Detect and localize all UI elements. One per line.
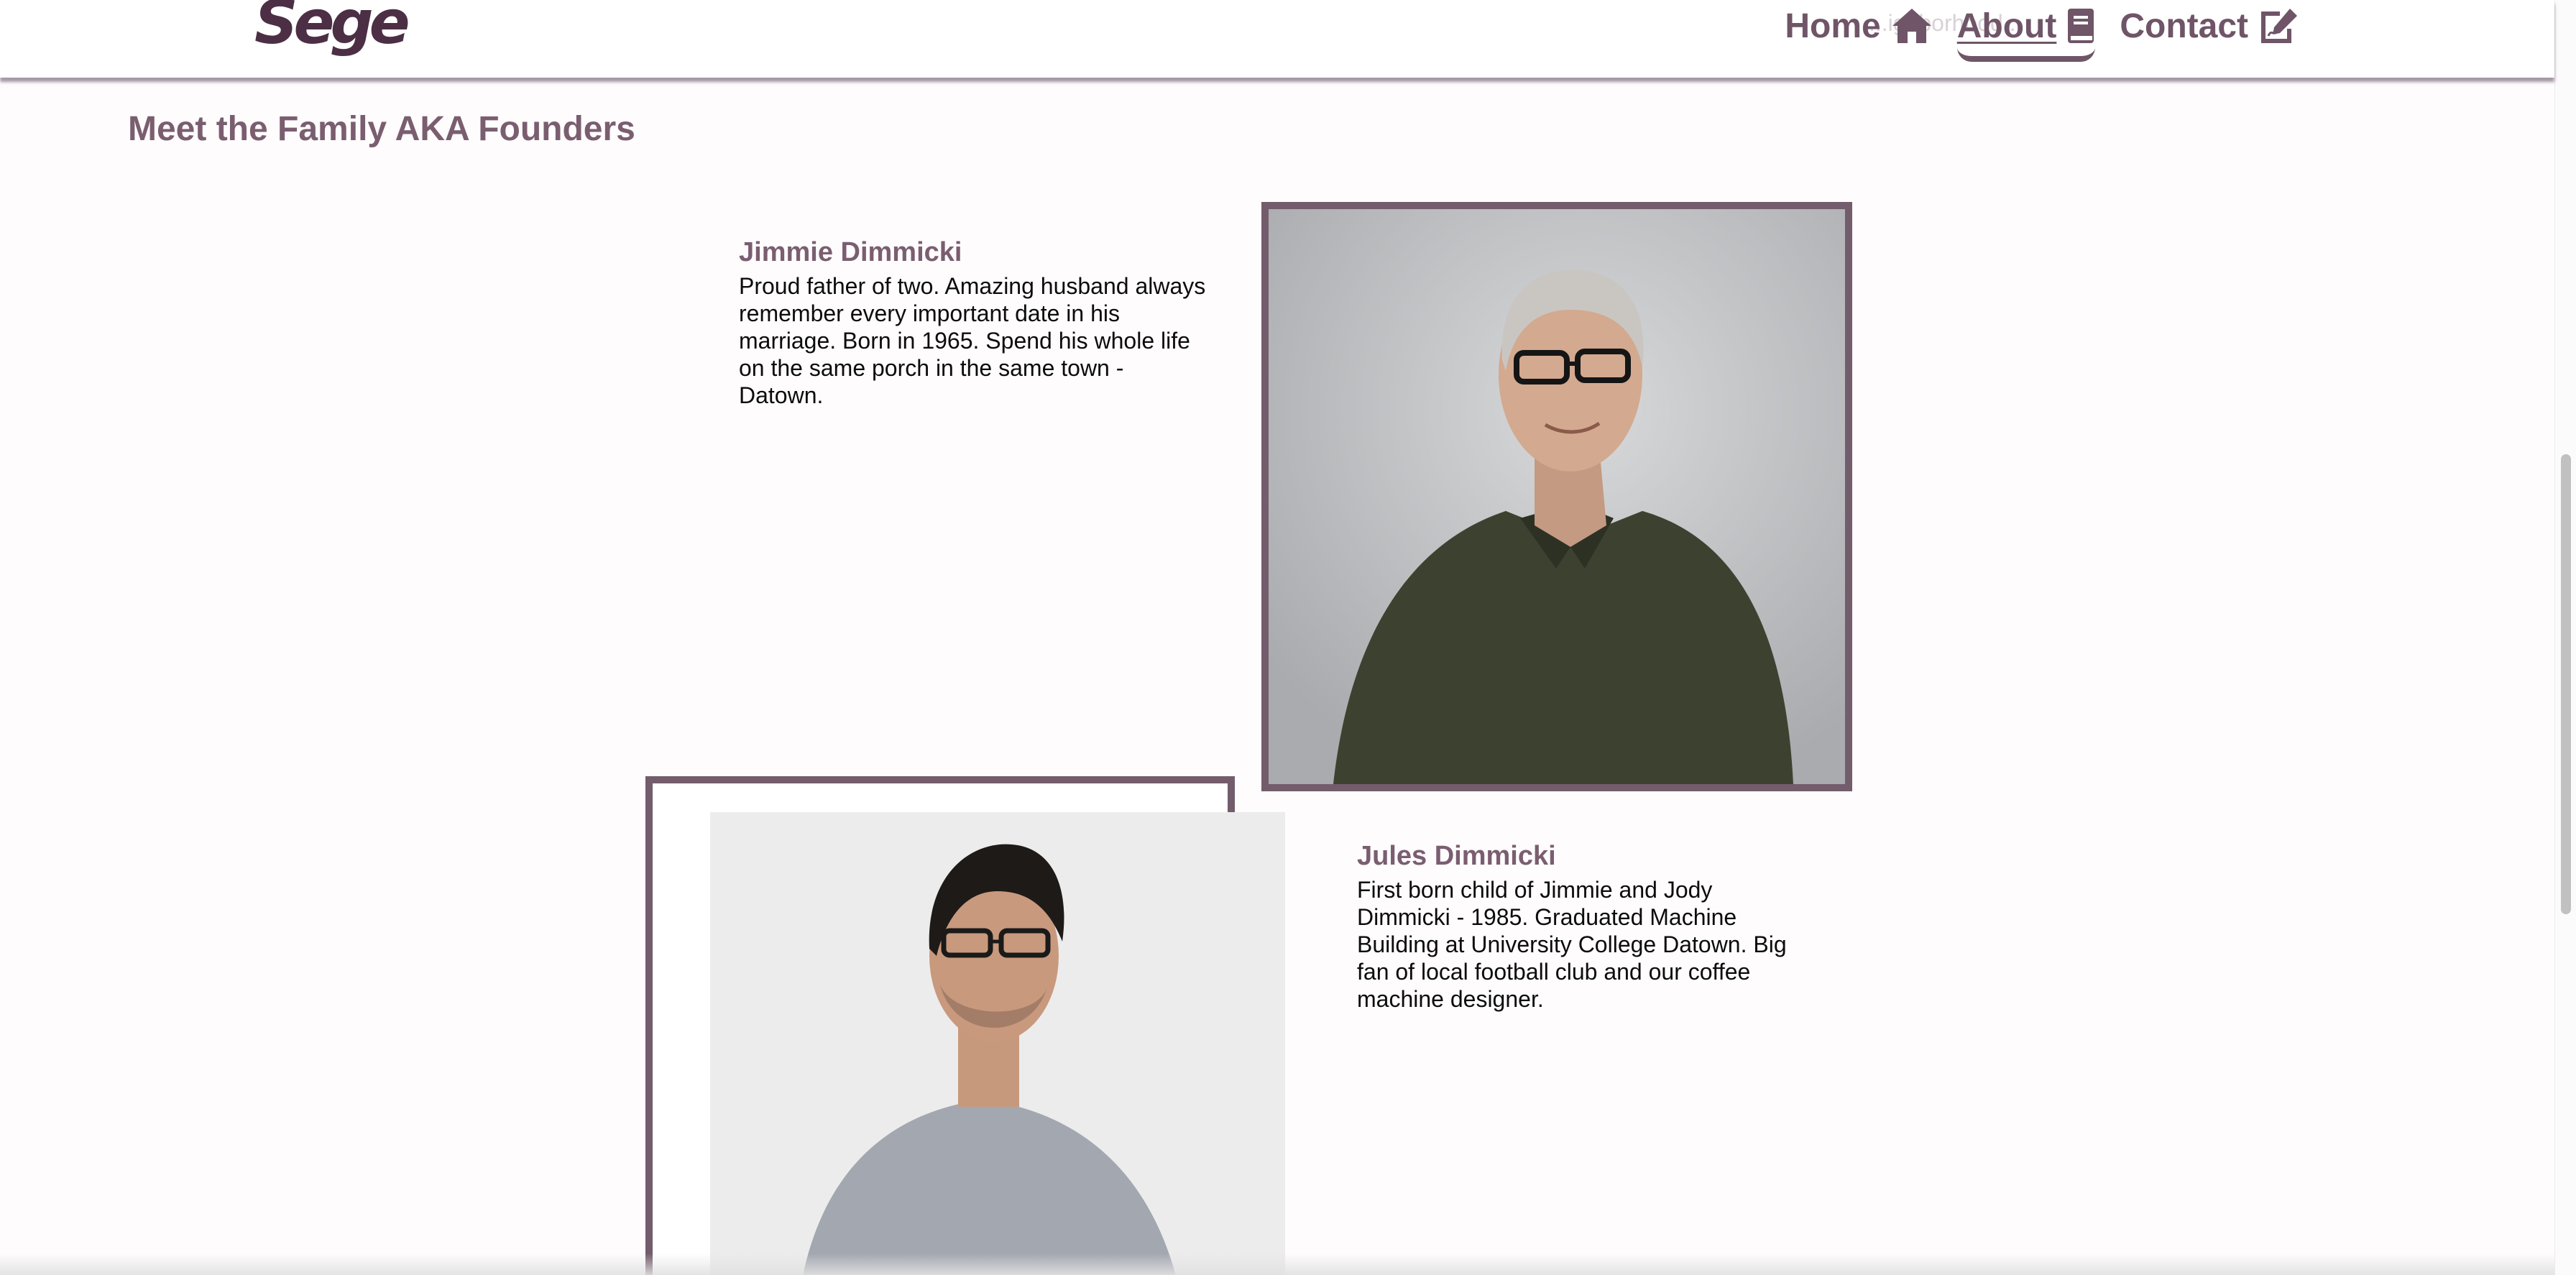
page: Sege ...ighborhood... Home About Contact… <box>0 0 2576 1275</box>
founder-card-jimmie: Jimmie Dimmicki Proud father of two. Ama… <box>739 237 1208 409</box>
founder-bio: First born child of Jimmie and Jody Dimm… <box>1357 877 1787 1012</box>
main-nav: Home About Contact <box>1785 0 2300 62</box>
section-title: Meet the Family AKA Founders <box>128 110 635 148</box>
founder-card-jules: Jules Dimmicki First born child of Jimmi… <box>1357 841 1803 1013</box>
founder-photo-jimmie <box>1269 209 1845 784</box>
founder-bio: Proud father of two. Amazing husband alw… <box>739 273 1206 408</box>
site-header: Sege ...ighborhood... Home About Contact <box>0 0 2554 78</box>
site-logo[interactable]: Sege <box>254 0 410 57</box>
nav-contact-label: Contact <box>2120 6 2248 45</box>
book-icon <box>2066 7 2095 45</box>
founder-photo-jules <box>710 812 1285 1275</box>
nav-about[interactable]: About <box>1956 6 2096 62</box>
nav-contact[interactable]: Contact <box>2120 6 2300 46</box>
nav-about-label: About <box>1956 6 2057 45</box>
nav-home[interactable]: Home <box>1785 6 1932 46</box>
home-icon <box>1891 7 1933 45</box>
vertical-scrollbar[interactable] <box>2554 0 2576 1275</box>
founder-name: Jules Dimmicki <box>1357 841 1556 871</box>
bottom-edge-shadow <box>0 1253 2554 1275</box>
nav-home-label: Home <box>1785 6 1881 45</box>
scrollbar-thumb[interactable] <box>2561 454 2571 914</box>
founder-name: Jimmie Dimmicki <box>739 237 962 267</box>
edit-document-icon <box>2258 7 2300 45</box>
